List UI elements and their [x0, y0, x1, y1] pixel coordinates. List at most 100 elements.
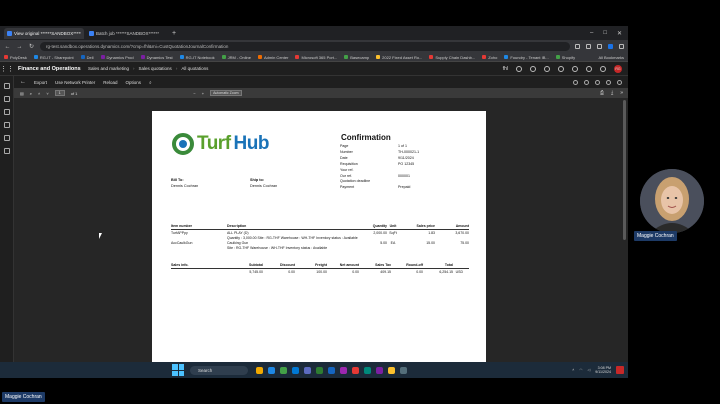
table-row: AccCaulkGun Caulking Gun 5.00 EA 15.00 7…	[171, 240, 469, 245]
presenter-image	[640, 169, 704, 233]
speaker-icon[interactable]: ◁	[588, 368, 591, 372]
bookmark-item[interactable]: Dell	[80, 55, 94, 60]
notifications-icon[interactable]	[558, 65, 564, 72]
search-icon[interactable]: ⌕	[149, 80, 152, 85]
pdf-toolbar: ▤ ⌕ ˄ ˅ 1 of 1 − + Automatic Zoom ⎙ ⤓ »	[14, 88, 628, 98]
onenote-icon[interactable]	[340, 366, 347, 374]
bookmark-item[interactable]: Basecamp	[344, 55, 369, 60]
help-icon[interactable]	[600, 65, 606, 72]
bookmark-item[interactable]: Dynamics Prod	[100, 55, 134, 60]
sidebar-toggle-icon[interactable]: ▤	[20, 91, 24, 96]
export-button[interactable]: Export	[34, 80, 47, 85]
copilot-icon[interactable]	[530, 65, 536, 72]
back-arrow-icon[interactable]: ←	[20, 79, 26, 85]
favorites-icon[interactable]	[3, 109, 10, 115]
close-icon[interactable]	[617, 79, 622, 85]
page-number-input[interactable]: 1	[54, 90, 65, 96]
pdf-toolbar-right: ⎙ ⤓ »	[600, 90, 628, 96]
tab-batch-job[interactable]: Batch job ******SANDBOX******	[86, 28, 166, 39]
app-icon[interactable]	[388, 366, 395, 374]
profile-icon[interactable]	[608, 44, 613, 49]
menu-icon[interactable]	[619, 44, 624, 49]
back-icon[interactable]: ←	[4, 44, 11, 50]
home-icon[interactable]	[3, 96, 10, 102]
bookmark-item[interactable]: Foundry - Tenant IB...	[504, 55, 549, 60]
pdf-scrollbar[interactable]	[623, 100, 626, 240]
bookmark-item[interactable]: Microsoft 365 Port...	[295, 55, 337, 60]
bookmark-item[interactable]: Shopify	[555, 55, 575, 60]
download-icon[interactable]: ⤓	[611, 90, 613, 96]
attachments-icon[interactable]	[573, 79, 578, 85]
workspaces-icon[interactable]	[3, 135, 10, 141]
find-icon[interactable]: ⌕	[30, 91, 32, 96]
app-icon[interactable]	[364, 366, 371, 374]
page-up-icon[interactable]: ˄	[38, 91, 40, 96]
app-icon[interactable]	[352, 366, 359, 374]
edge-icon[interactable]	[268, 366, 275, 374]
reload-icon[interactable]: ↻	[28, 43, 35, 50]
notification-icon[interactable]	[616, 366, 624, 374]
page-down-icon[interactable]: ˅	[46, 91, 48, 96]
zoom-in-icon[interactable]: +	[202, 91, 204, 96]
bookmark-item[interactable]: JRM - Online	[221, 55, 251, 60]
teams-icon[interactable]	[304, 366, 311, 374]
bookmark-item[interactable]: PolyDesk	[4, 55, 27, 60]
dashboard-icon[interactable]	[516, 65, 522, 72]
app-icon[interactable]	[400, 366, 407, 374]
tab-label: Batch job ******SANDBOX******	[96, 30, 160, 36]
minimize-icon[interactable]: –	[590, 30, 593, 37]
chrome-icon[interactable]	[280, 366, 287, 374]
app-icon[interactable]	[376, 366, 383, 374]
url-field[interactable]: rg-test.sandbox.operations.dynamics.com/…	[40, 42, 570, 51]
gear-icon[interactable]	[586, 65, 592, 72]
refresh-icon[interactable]	[595, 79, 600, 85]
network-printer-button[interactable]: Use Network Printer	[55, 80, 95, 85]
reload-button[interactable]: Reload	[103, 80, 117, 85]
breadcrumb-item[interactable]: Sales and marketing	[88, 66, 129, 71]
maximize-icon[interactable]: □	[603, 30, 607, 37]
forward-icon[interactable]: →	[16, 44, 23, 50]
excel-icon[interactable]	[316, 366, 323, 374]
breadcrumb-item[interactable]: All quotations	[181, 66, 208, 71]
avatar[interactable]: RG	[614, 64, 622, 73]
extension-icon[interactable]	[586, 44, 591, 49]
tools-icon[interactable]: »	[620, 90, 623, 96]
bookmark-star-icon[interactable]	[575, 44, 580, 49]
breadcrumb-item[interactable]: Sales quotations	[139, 66, 172, 71]
word-icon[interactable]	[328, 366, 335, 374]
file-explorer-icon[interactable]	[256, 366, 263, 374]
recent-icon[interactable]	[3, 122, 10, 128]
app-launcher-icon[interactable]: ⋮⋮	[0, 62, 14, 76]
modules-icon[interactable]	[3, 148, 10, 154]
hamburger-icon[interactable]	[3, 83, 10, 89]
print-icon[interactable]: ⎙	[600, 90, 604, 96]
chevron-up-icon[interactable]: ˄	[572, 368, 574, 372]
bookmark-item[interactable]: Admin Center	[257, 55, 288, 60]
company-picker[interactable]: fhl	[503, 66, 508, 72]
bookmark-item[interactable]: RG-IT - Sharepoint	[33, 55, 74, 60]
clock[interactable]: 3:08 PM 9/11/2024	[595, 366, 611, 375]
bookmark-item[interactable]: Zoho	[482, 55, 497, 60]
tab-view-original[interactable]: View original ******SANDBOX******	[4, 27, 84, 39]
search-icon[interactable]	[544, 65, 550, 72]
totals-table: Sales info. Subtotal Discount Freight Ne…	[171, 263, 469, 275]
all-bookmarks-link[interactable]: All Bookmarks	[598, 55, 628, 60]
zoom-out-icon[interactable]: −	[193, 91, 195, 96]
taskbar-search[interactable]: Search	[190, 365, 248, 375]
bookmark-item[interactable]: Supply Chain Dashb...	[429, 55, 475, 60]
office-icon[interactable]	[584, 79, 589, 85]
start-icon[interactable]	[172, 364, 184, 376]
bookmark-item[interactable]: RG-IT Notebook	[179, 55, 215, 60]
new-tab-icon[interactable]: +	[168, 30, 180, 37]
sidepanel-icon[interactable]	[597, 44, 602, 49]
bookmark-item[interactable]: Dynamics Test	[140, 55, 173, 60]
zoom-select[interactable]: Automatic Zoom	[210, 90, 243, 96]
open-new-window-icon[interactable]	[606, 79, 611, 85]
wifi-icon[interactable]: ◠	[579, 368, 582, 372]
feedback-icon[interactable]	[572, 65, 578, 72]
outlook-icon[interactable]	[292, 366, 299, 374]
close-icon[interactable]: ✕	[617, 30, 622, 37]
window-controls: – □ ✕	[590, 30, 628, 37]
options-button[interactable]: Options	[126, 80, 142, 85]
bookmark-item[interactable]: 2022 Fixed Asset Ro...	[376, 55, 422, 60]
